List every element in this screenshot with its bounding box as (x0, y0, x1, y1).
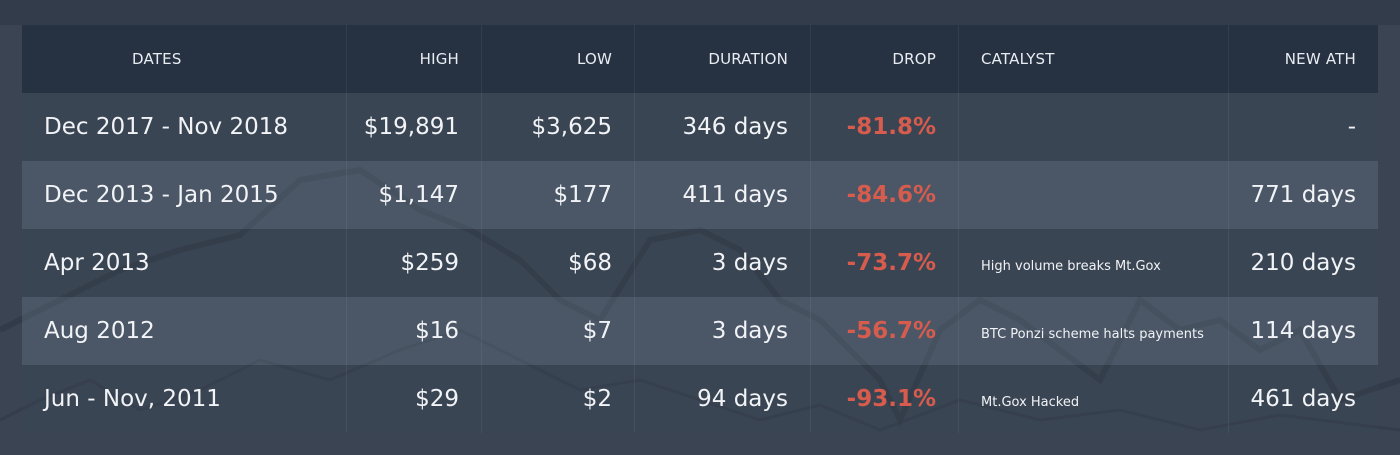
header-low: LOW (482, 25, 635, 93)
catalyst-cell (959, 161, 1229, 229)
table-row: Dec 2017 - Nov 2018 $19,891 $3,625 346 d… (22, 93, 1378, 161)
duration-cell: 94 days (635, 365, 811, 433)
high-cell: $16 (347, 297, 482, 365)
header-high: HIGH (347, 25, 482, 93)
catalyst-cell: BTC Ponzi scheme halts payments (959, 297, 1229, 365)
high-cell: $19,891 (347, 93, 482, 161)
catalyst-text: Mt.Gox Hacked (981, 394, 1080, 410)
catalyst-text: BTC Ponzi scheme halts payments (981, 326, 1204, 342)
new-ath-cell: 210 days (1250, 250, 1357, 276)
catalyst-cell (959, 93, 1229, 161)
duration-cell: 3 days (635, 297, 811, 365)
duration-cell: 411 days (635, 161, 811, 229)
catalyst-cell: Mt.Gox Hacked (959, 365, 1229, 433)
low-cell: $7 (482, 297, 635, 365)
header-dates: DATES (22, 25, 347, 93)
low-cell: $3,625 (482, 93, 635, 161)
low-cell: $2 (482, 365, 635, 433)
low-cell: $68 (482, 229, 635, 297)
table-row: Apr 2013 $259 $68 3 days -73.7% High vol… (22, 229, 1378, 297)
bear-market-table: DATES HIGH LOW DURATION DROP CATALYST NE… (22, 25, 1378, 433)
table-header-row: DATES HIGH LOW DURATION DROP CATALYST NE… (22, 25, 1378, 93)
catalyst-text: High volume breaks Mt.Gox (981, 258, 1161, 274)
high-cell: $1,147 (347, 161, 482, 229)
dates-cell: Apr 2013 (22, 229, 347, 297)
catalyst-cell: High volume breaks Mt.Gox (959, 229, 1229, 297)
dates-cell: Jun - Nov, 2011 (22, 365, 347, 433)
new-ath-cell: 461 days (1250, 386, 1357, 412)
table-row: Aug 2012 $16 $7 3 days -56.7% BTC Ponzi … (22, 297, 1378, 365)
duration-cell: 3 days (635, 229, 811, 297)
high-cell: $259 (347, 229, 482, 297)
duration-cell: 346 days (635, 93, 811, 161)
drop-cell: -81.8% (811, 93, 959, 161)
header-catalyst: CATALYST (959, 25, 1229, 93)
dates-cell: Dec 2017 - Nov 2018 (22, 93, 347, 161)
header-drop: DROP (811, 25, 959, 93)
dates-cell: Dec 2013 - Jan 2015 (22, 161, 347, 229)
low-cell: $177 (482, 161, 635, 229)
drop-cell: -73.7% (811, 229, 959, 297)
new-ath-cell: - (1347, 114, 1356, 140)
table-row: Dec 2013 - Jan 2015 $1,147 $177 411 days… (22, 161, 1378, 229)
header-new-ath: NEW ATH (1284, 50, 1356, 68)
table-row: Jun - Nov, 2011 $29 $2 94 days -93.1% Mt… (22, 365, 1378, 433)
drop-cell: -93.1% (811, 365, 959, 433)
dates-cell: Aug 2012 (22, 297, 347, 365)
drop-cell: -56.7% (811, 297, 959, 365)
high-cell: $29 (347, 365, 482, 433)
drop-cell: -84.6% (811, 161, 959, 229)
new-ath-cell: 771 days (1250, 182, 1357, 208)
header-duration: DURATION (635, 25, 811, 93)
new-ath-cell: 114 days (1250, 318, 1357, 344)
